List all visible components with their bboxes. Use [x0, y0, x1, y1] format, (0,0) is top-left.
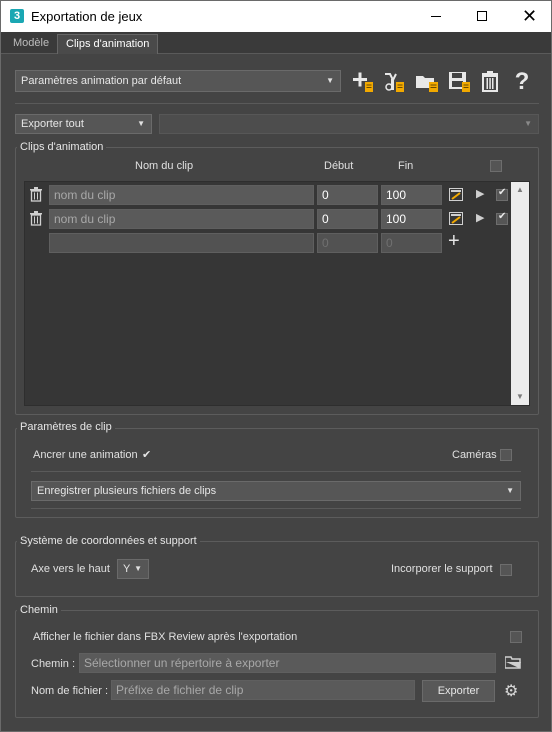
chevron-down-icon: ▼: [137, 119, 145, 128]
clip-start-input[interactable]: 0: [317, 185, 378, 205]
separator: [15, 103, 539, 104]
clip-params-group-title: Paramètres de clip: [17, 421, 115, 433]
save-mode-dropdown[interactable]: Enregistrer plusieurs fichiers de clips …: [31, 481, 521, 501]
window-title: Exportation de jeux: [31, 9, 143, 24]
clip-name-placeholder: nom du clip: [54, 188, 116, 202]
clip-params-group: [15, 428, 539, 518]
export-mode-dropdown[interactable]: Exporter tout ▼: [15, 114, 152, 134]
timeline-range-icon[interactable]: [449, 188, 463, 204]
chevron-down-icon: ▼: [524, 119, 532, 128]
clip-enabled-checkbox[interactable]: [496, 187, 508, 201]
preset-value: Paramètres animation par défaut: [21, 75, 182, 87]
delete-icon[interactable]: [478, 69, 504, 95]
filename-input[interactable]: Préfixe de fichier de clip: [111, 680, 415, 700]
new-clip-start-input[interactable]: 0: [317, 233, 378, 253]
maximize-button[interactable]: [459, 1, 505, 32]
tab-bar: Modèle Clips d'animation: [1, 32, 551, 54]
minimize-icon: [431, 16, 441, 17]
close-icon: ✕: [522, 6, 538, 26]
new-clip-end-input[interactable]: 0: [381, 233, 442, 253]
add-preset-icon[interactable]: [350, 69, 376, 95]
clip-list-scrollbar[interactable]: ▲ ▼: [511, 182, 529, 405]
up-axis-label: Axe vers le haut: [31, 563, 110, 575]
clip-start-value: 0: [322, 188, 329, 202]
embed-media-label: Incorporer le support: [391, 563, 493, 575]
clip-enabled-checkbox[interactable]: [496, 211, 508, 225]
clip-end-input[interactable]: 100: [381, 185, 442, 205]
separator: [31, 508, 521, 509]
add-selection-icon[interactable]: [381, 69, 407, 95]
select-all-checkbox[interactable]: [490, 160, 502, 172]
export-selection-dropdown[interactable]: ▼: [159, 114, 539, 134]
app-icon: 3: [10, 9, 24, 23]
delete-clip-icon[interactable]: [30, 187, 42, 205]
export-path-input[interactable]: Sélectionner un répertoire à exporter: [79, 653, 496, 673]
path-label: Chemin :: [31, 658, 76, 670]
clip-start-input[interactable]: 0: [317, 209, 378, 229]
separator: [31, 471, 521, 472]
filename-label: Nom de fichier :: [31, 685, 109, 697]
settings-gear-icon[interactable]: ⚙: [504, 681, 518, 701]
anchor-animation-checkbox[interactable]: ✔: [142, 448, 151, 461]
chevron-down-icon: ▼: [134, 564, 142, 573]
preset-dropdown[interactable]: Paramètres animation par défaut ▼: [15, 70, 341, 92]
clip-end-value: 100: [386, 188, 407, 202]
save-icon[interactable]: [447, 69, 473, 95]
new-clip-start-value: 0: [322, 236, 329, 250]
new-clip-end-value: 0: [386, 236, 393, 250]
export-mode-value: Exporter tout: [21, 118, 84, 130]
clip-start-header: Début: [324, 160, 354, 172]
play-clip-icon[interactable]: ▶: [476, 211, 484, 224]
anchor-animation-label: Ancrer une animation: [33, 449, 138, 461]
coordinate-system-group-title: Système de coordonnées et support: [17, 535, 200, 547]
clip-name-placeholder: nom du clip: [54, 212, 116, 226]
add-clip-icon[interactable]: +: [448, 230, 460, 253]
play-clip-icon[interactable]: ▶: [476, 187, 484, 200]
save-mode-value: Enregistrer plusieurs fichiers de clips: [37, 485, 217, 497]
clip-end-input[interactable]: 100: [381, 209, 442, 229]
scroll-down-icon[interactable]: ▼: [511, 389, 529, 405]
chevron-down-icon: ▼: [506, 486, 514, 495]
fbx-review-checkbox[interactable]: [510, 631, 522, 643]
close-button[interactable]: ✕: [505, 1, 551, 32]
embed-media-checkbox[interactable]: [500, 564, 512, 576]
minimize-button[interactable]: [413, 1, 459, 32]
up-axis-value: Y: [123, 563, 131, 575]
delete-clip-icon[interactable]: [30, 211, 42, 229]
new-clip-name-input[interactable]: [49, 233, 314, 253]
title-bar: 3 Exportation de jeux ✕: [1, 1, 551, 32]
clip-end-header: Fin: [398, 160, 414, 172]
maximize-icon: [477, 11, 487, 21]
timeline-range-icon[interactable]: [449, 212, 463, 228]
animation-clips-group-title: Clips d'animation: [17, 141, 107, 153]
tab-model[interactable]: Modèle: [5, 34, 57, 54]
clip-name-header: Nom du clip: [135, 160, 194, 172]
clip-end-value: 100: [386, 212, 407, 226]
game-exporter-window: 3 Exportation de jeux ✕ Modèle Clips d'a…: [0, 0, 552, 732]
up-axis-dropdown[interactable]: Y ▼: [117, 559, 149, 579]
clip-name-input[interactable]: nom du clip: [49, 209, 314, 229]
path-group-title: Chemin: [17, 604, 61, 616]
cameras-label: Caméras: [452, 449, 497, 461]
browse-folder-icon[interactable]: [504, 656, 521, 672]
clip-name-input[interactable]: nom du clip: [49, 185, 314, 205]
filename-placeholder: Préfixe de fichier de clip: [116, 683, 244, 697]
cameras-checkbox[interactable]: [500, 449, 512, 461]
export-path-placeholder: Sélectionner un répertoire à exporter: [84, 656, 280, 670]
fbx-review-label: Afficher le fichier dans FBX Review aprè…: [33, 631, 298, 643]
tab-animation-clips[interactable]: Clips d'animation: [57, 34, 159, 54]
scroll-up-icon[interactable]: ▲: [511, 182, 529, 198]
clip-start-value: 0: [322, 212, 329, 226]
help-icon[interactable]: ?: [509, 69, 535, 95]
export-button[interactable]: Exporter: [422, 680, 495, 702]
chevron-down-icon: ▼: [326, 76, 334, 85]
open-folder-icon[interactable]: [414, 69, 440, 95]
